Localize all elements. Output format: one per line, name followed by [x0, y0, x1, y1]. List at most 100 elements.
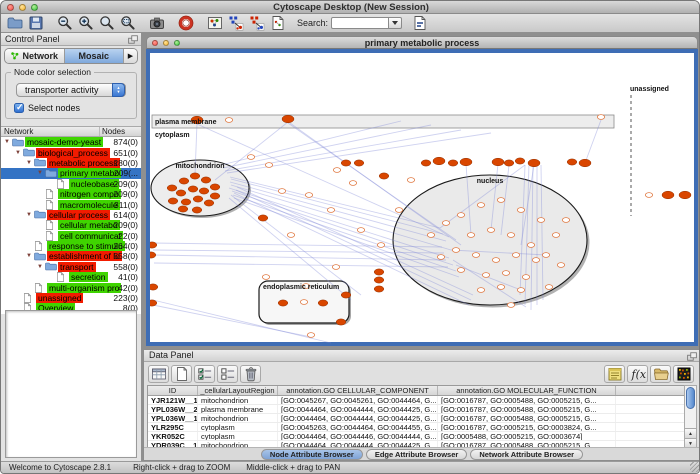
table-cell[interactable]: [GO:0044464, GO:0044444, GO:0044425, G..…: [278, 414, 438, 422]
network-node-unselected[interactable]: [542, 253, 549, 258]
network-node-unselected[interactable]: [477, 203, 484, 208]
tree-row[interactable]: multi-organism pro42(0): [1, 282, 141, 292]
network-node-selected[interactable]: [201, 177, 211, 183]
network-node-selected[interactable]: [210, 193, 220, 199]
network-node-unselected[interactable]: [349, 181, 356, 186]
network-node-selected[interactable]: [278, 300, 288, 306]
network-node-unselected[interactable]: [457, 268, 464, 273]
network-node-selected[interactable]: [150, 300, 157, 306]
new-attribute-icon[interactable]: [171, 365, 192, 383]
open-session-icon[interactable]: [5, 15, 24, 32]
network-node-selected[interactable]: [199, 188, 209, 194]
expander-icon[interactable]: ▼: [15, 149, 23, 157]
network-node-selected[interactable]: [192, 207, 202, 213]
network-view-titlebar[interactable]: primary metabolic process: [146, 36, 698, 49]
table-cell[interactable]: plasma membrane: [198, 405, 278, 413]
vizmapper-icon[interactable]: [268, 15, 287, 32]
network-node-selected[interactable]: [176, 190, 186, 196]
tab-node-attribute-browser[interactable]: Node Attribute Browser: [261, 449, 363, 460]
network-node-unselected[interactable]: [552, 233, 559, 238]
network-node-unselected[interactable]: [532, 258, 539, 263]
table-cell[interactable]: [GO:0044464, GO:0044446, GO:0044444, G..…: [278, 432, 438, 440]
network-node-unselected[interactable]: [287, 233, 294, 238]
network-node-selected[interactable]: [374, 277, 384, 283]
tree-row[interactable]: unassigned223(0): [1, 293, 141, 303]
network-node-unselected[interactable]: [507, 303, 514, 308]
network-node-unselected[interactable]: [457, 213, 464, 218]
tab-edge-attribute-browser[interactable]: Edge Attribute Browser: [366, 449, 467, 460]
table-cell[interactable]: [GO:0016787, GO:0005488, GO:0005215, G..…: [438, 414, 616, 422]
column-header[interactable]: ID: [148, 386, 198, 395]
search-input[interactable]: [331, 17, 389, 29]
tab-network[interactable]: Network: [5, 49, 65, 63]
expander-icon[interactable]: ▼: [37, 169, 45, 177]
table-cell[interactable]: cytoplasm: [198, 423, 278, 431]
network-node-unselected[interactable]: [300, 300, 307, 305]
tree-row[interactable]: nitrogen compo209(0): [1, 189, 141, 199]
tree-row[interactable]: response to stimulu264(0): [1, 241, 141, 251]
network-node-selected[interactable]: [379, 173, 389, 179]
network-node-unselected[interactable]: [327, 208, 334, 213]
expander-icon[interactable]: ▼: [26, 252, 34, 260]
network-node-selected[interactable]: [504, 160, 514, 166]
network-node-unselected[interactable]: [645, 193, 652, 198]
network-node-unselected[interactable]: [512, 253, 519, 258]
unselect-attributes-icon[interactable]: [217, 365, 238, 383]
network-node-unselected[interactable]: [562, 218, 569, 223]
window-titlebar[interactable]: Cytoscape Desktop (New Session): [1, 1, 700, 14]
attribute-table-icon[interactable]: [148, 365, 169, 383]
network-node-selected[interactable]: [190, 173, 200, 179]
network-node-unselected[interactable]: [305, 193, 312, 198]
network-node-unselected[interactable]: [307, 333, 314, 338]
network-node-unselected[interactable]: [527, 243, 534, 248]
help-icon[interactable]: [176, 15, 195, 32]
network-node-selected[interactable]: [515, 158, 525, 164]
network-node-selected[interactable]: [193, 196, 203, 202]
expander-icon[interactable]: ▼: [26, 159, 34, 167]
table-row[interactable]: YPL036W__2plasma membrane[GO:0044464, GO…: [148, 405, 685, 414]
tab-overflow-button[interactable]: ▶: [124, 49, 137, 63]
tab-network-attribute-browser[interactable]: Network Attribute Browser: [470, 449, 583, 460]
table-cell[interactable]: [GO:0016787, GO:0005488, GO:0005215, G..…: [438, 405, 616, 413]
network-node-selected[interactable]: [679, 191, 691, 199]
network-node-unselected[interactable]: [537, 218, 544, 223]
network-node-unselected[interactable]: [497, 285, 504, 290]
network-node-unselected[interactable]: [522, 275, 529, 280]
network-node-selected[interactable]: [492, 158, 504, 166]
tree-row[interactable]: ▼mosaic-demo-yeast874(0): [1, 137, 141, 147]
network-node-unselected[interactable]: [278, 189, 285, 194]
expander-icon[interactable]: ▼: [4, 138, 12, 146]
network-node-unselected[interactable]: [557, 263, 564, 268]
network-node-selected[interactable]: [662, 191, 674, 199]
network-node-unselected[interactable]: [407, 178, 414, 183]
network-node-selected[interactable]: [448, 160, 458, 166]
table-cell[interactable]: YPL036W__1: [148, 414, 198, 422]
network-canvas[interactable]: plasma membranecytoplasmmitochondrionnuc…: [146, 49, 698, 346]
scrollbar-thumb[interactable]: [686, 387, 695, 409]
network-node-selected[interactable]: [460, 158, 472, 166]
tree-row[interactable]: ▼biological_process651(0): [1, 147, 141, 157]
network-node-unselected[interactable]: [467, 233, 474, 238]
attribute-table-header[interactable]: ID_cellularLayoutRegionannotation.GO CEL…: [148, 386, 685, 396]
network-node-selected[interactable]: [341, 292, 351, 298]
select-nodes-checkbox[interactable]: [14, 103, 24, 113]
network-node-unselected[interactable]: [497, 198, 504, 203]
network-node-unselected[interactable]: [482, 273, 489, 278]
table-row[interactable]: YPL036W__1mitochondrion[GO:0044464, GO:0…: [148, 414, 685, 423]
import-attributes-icon[interactable]: [650, 365, 671, 383]
network-node-selected[interactable]: [150, 284, 158, 290]
tab-mosaic[interactable]: Mosaic: [65, 49, 125, 63]
column-header[interactable]: _cellularLayoutRegion: [198, 386, 278, 395]
table-cell[interactable]: [GO:0016787, GO:0005488, GO:0005215, G..…: [438, 396, 616, 404]
zoom-out-icon[interactable]: [55, 15, 74, 32]
network-node-selected[interactable]: [374, 286, 384, 292]
network-node-selected[interactable]: [421, 160, 431, 166]
network-node-selected[interactable]: [336, 319, 346, 325]
network-node-selected[interactable]: [167, 185, 177, 191]
network-node-selected[interactable]: [150, 242, 157, 248]
search-dropdown-button[interactable]: [389, 17, 402, 29]
table-row[interactable]: YKR052Ccytoplasm[GO:0044464, GO:0044446,…: [148, 432, 685, 441]
table-cell[interactable]: YKR052C: [148, 432, 198, 440]
table-cell[interactable]: [GO:0016787, GO:0005215, GO:0003824, G..…: [438, 423, 616, 431]
network-node-unselected[interactable]: [452, 248, 459, 253]
